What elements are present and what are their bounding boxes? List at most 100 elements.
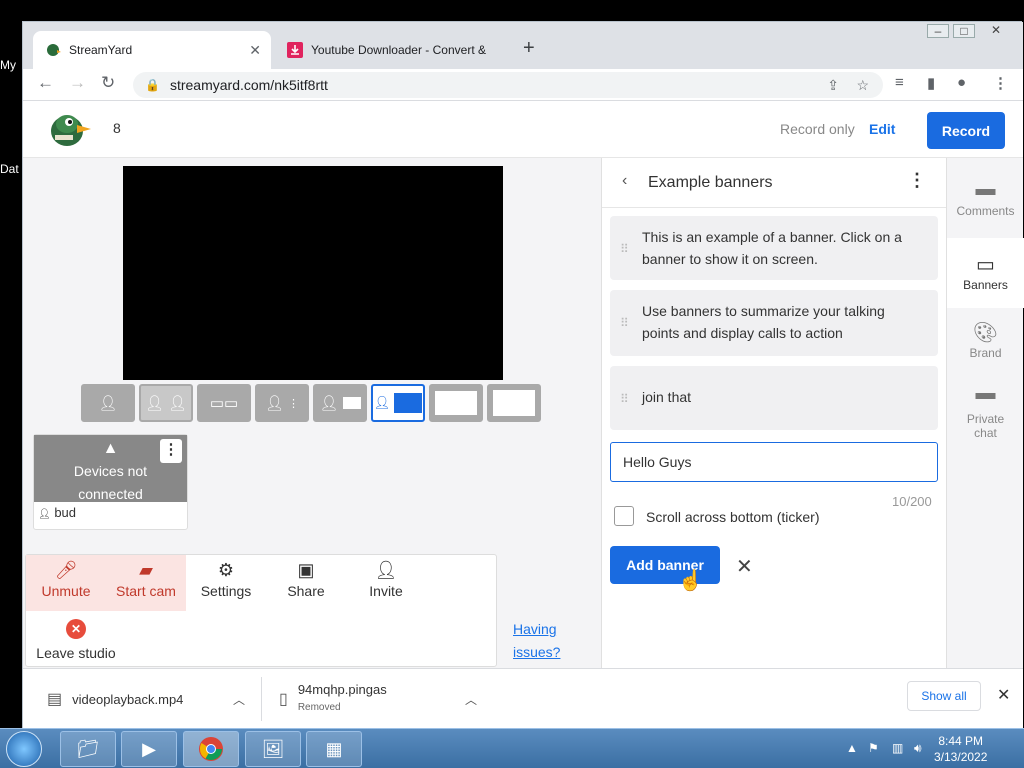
maximize-icon[interactable]: □ xyxy=(953,24,975,38)
layout-solo-button[interactable]: 👤︎ xyxy=(81,384,135,422)
tab-private-chat[interactable]: ▬ Private chat xyxy=(947,382,1024,446)
edit-button[interactable]: Edit xyxy=(869,121,895,137)
banner-item[interactable]: ⠿ join that xyxy=(610,366,938,430)
layout-thin-button[interactable]: 👤︎ ⋮ xyxy=(255,384,309,422)
chevron-up-icon[interactable]: ︿ xyxy=(233,691,245,708)
drag-handle-icon[interactable]: ⠿ xyxy=(620,312,629,334)
forward-icon[interactable]: → xyxy=(69,73,86,93)
profile-avatar-icon[interactable]: ● xyxy=(957,74,966,91)
settings-button[interactable]: ⚙ Settings xyxy=(186,555,266,611)
tray-network-icon[interactable]: ▥ xyxy=(892,741,903,755)
having-issues-link[interactable]: Having issues? xyxy=(513,618,560,664)
streamyard-logo-icon[interactable] xyxy=(47,109,91,149)
back-chevron-icon[interactable]: ‹ xyxy=(622,172,627,190)
record-button[interactable]: Record xyxy=(927,112,1005,149)
close-downloads-icon[interactable]: ✕ xyxy=(997,685,1010,705)
layout-selector: 👤︎ 👤︎ 👤︎ ▭▭ 👤︎ ⋮ 👤︎ 👤︎ xyxy=(81,384,541,422)
start-button[interactable] xyxy=(6,731,42,767)
guest-status: Devices not connected xyxy=(73,463,148,502)
banner-item[interactable]: ⠿ This is an example of a banner. Click … xyxy=(610,216,938,280)
chat-icon: ▬ xyxy=(975,382,996,404)
person-icon: 👤︎ xyxy=(373,395,391,410)
close-window-icon[interactable]: ✕ xyxy=(985,24,1007,38)
minimize-icon[interactable]: – xyxy=(927,24,949,38)
download-filename: videoplayback.mp4 xyxy=(72,691,184,707)
cancel-banner-icon[interactable]: ✕ xyxy=(736,554,753,579)
share-page-icon[interactable]: ⇪ xyxy=(827,77,839,94)
divider xyxy=(261,677,262,721)
reload-icon[interactable]: ↻ xyxy=(101,73,115,93)
layout-group-button[interactable]: 👤︎ 👤︎ xyxy=(139,384,193,422)
person-icon: 👤︎ xyxy=(319,395,339,412)
add-person-icon: 👤︎ xyxy=(374,560,398,580)
show-all-button[interactable]: Show all xyxy=(907,681,981,711)
tab-youtube-downloader[interactable]: Youtube Downloader - Convert & xyxy=(275,31,511,69)
back-icon[interactable]: ← xyxy=(37,73,54,93)
task-manager-taskbar-icon[interactable]: ▦ xyxy=(306,731,362,767)
ticker-label: Scroll across bottom (ticker) xyxy=(646,509,820,525)
invite-button[interactable]: 👤︎ Invite xyxy=(346,555,426,611)
download-item[interactable]: ▯ 94mqhp.pingas Removed ︿ xyxy=(279,669,489,729)
media-player-taskbar-icon[interactable]: ▶ xyxy=(121,731,177,767)
hand-cursor-icon: ☝ xyxy=(678,570,703,592)
tray-flag-icon[interactable]: ⚑ xyxy=(868,741,879,755)
tab-brand[interactable]: 🎨︎ Brand xyxy=(947,320,1024,370)
tab-banners[interactable]: ▭ Banners xyxy=(947,238,1024,308)
file-icon: ▯ xyxy=(279,691,288,708)
layout-screen-button[interactable]: 👤︎ xyxy=(313,384,367,422)
panel-menu-icon[interactable]: ⋮ xyxy=(908,170,926,191)
download-info: 94mqhp.pingas Removed xyxy=(298,681,387,717)
settings-label: Settings xyxy=(200,583,252,599)
media-control-icon[interactable]: ≡ xyxy=(895,74,904,91)
banner-text: join that xyxy=(642,389,692,405)
layout-fullscreen-button[interactable] xyxy=(487,384,541,422)
unmute-button[interactable]: 🎤︎ Unmute xyxy=(26,555,106,611)
layout-leader-button[interactable]: ▭▭ xyxy=(197,384,251,422)
banner-text-input[interactable]: Hello Guys xyxy=(610,442,938,482)
tab-comments[interactable]: ▬ Comments xyxy=(947,178,1024,228)
chrome-taskbar-icon[interactable] xyxy=(183,731,239,767)
desktop-icon-label[interactable]: My xyxy=(0,58,16,72)
downloads-bar: ▤ videoplayback.mp4 ︿ ▯ 94mqhp.pingas Re… xyxy=(23,668,1023,728)
person-icon: 👤︎ xyxy=(264,395,285,412)
bookmark-star-icon[interactable]: ☆ xyxy=(856,77,869,94)
drag-handle-icon[interactable]: ⠿ xyxy=(620,238,629,260)
guest-menu-icon[interactable]: ⋮ xyxy=(160,439,182,463)
browser-menu-icon[interactable]: ⋮ xyxy=(993,74,1008,92)
gear-icon: ⚙ xyxy=(217,560,235,580)
stage-preview xyxy=(123,166,503,380)
chevron-up-icon[interactable]: ︿ xyxy=(465,691,477,708)
banner-text: Use banners to summarize your talking po… xyxy=(642,303,885,341)
banner-icon: ▭ xyxy=(976,254,995,276)
layout-cinema-button[interactable] xyxy=(429,384,483,422)
download-item[interactable]: ▤ videoplayback.mp4 ︿ xyxy=(47,669,257,729)
new-tab-icon[interactable]: + xyxy=(523,37,535,60)
banner-item[interactable]: ⠿ Use banners to summarize your talking … xyxy=(610,290,938,356)
guest-card[interactable]: ▲ Devices not connected ⋮ 👤︎ bud xyxy=(33,434,188,530)
close-tab-icon[interactable]: ✕ xyxy=(249,42,261,59)
system-clock[interactable]: 8:44 PM 3/13/2022 xyxy=(934,733,987,765)
tab-streamyard[interactable]: StreamYard ✕ xyxy=(33,31,271,69)
drag-handle-icon[interactable]: ⠿ xyxy=(620,388,629,410)
add-banner-button[interactable]: Add banner xyxy=(610,546,720,584)
start-cam-button[interactable]: ▰ Start cam xyxy=(106,555,186,611)
streamyard-favicon-icon xyxy=(45,42,61,58)
video-file-icon: ▤ xyxy=(47,691,63,708)
banner-text: This is an example of a banner. Click on… xyxy=(642,229,902,267)
ticker-checkbox[interactable] xyxy=(614,506,634,526)
tray-volume-icon[interactable]: 🔊︎ xyxy=(914,741,922,756)
screen-icon xyxy=(342,397,361,409)
person-icon: 👤︎ xyxy=(98,395,118,412)
desktop-icon-label[interactable]: Dat xyxy=(0,162,19,176)
url-text: streamyard.com/nk5itf8rtt xyxy=(169,77,328,93)
share-button[interactable]: ▣ Share xyxy=(266,555,346,611)
layout-pip-button[interactable]: 👤︎ xyxy=(371,384,425,422)
leave-studio-button[interactable]: ✕ Leave studio xyxy=(26,615,126,661)
tray-expand-icon[interactable]: ▲ xyxy=(846,741,858,755)
person-icon: 👤︎ xyxy=(38,509,51,520)
side-panel-icon[interactable]: ▮ xyxy=(927,74,935,92)
explorer-taskbar-icon[interactable]: 📁︎ xyxy=(60,731,116,767)
address-bar[interactable]: 🔒 streamyard.com/nk5itf8rtt ⇪ ☆ xyxy=(133,72,883,98)
person-icon: 👤︎ xyxy=(144,395,164,412)
image-viewer-taskbar-icon[interactable]: 🖼︎ xyxy=(245,731,301,767)
